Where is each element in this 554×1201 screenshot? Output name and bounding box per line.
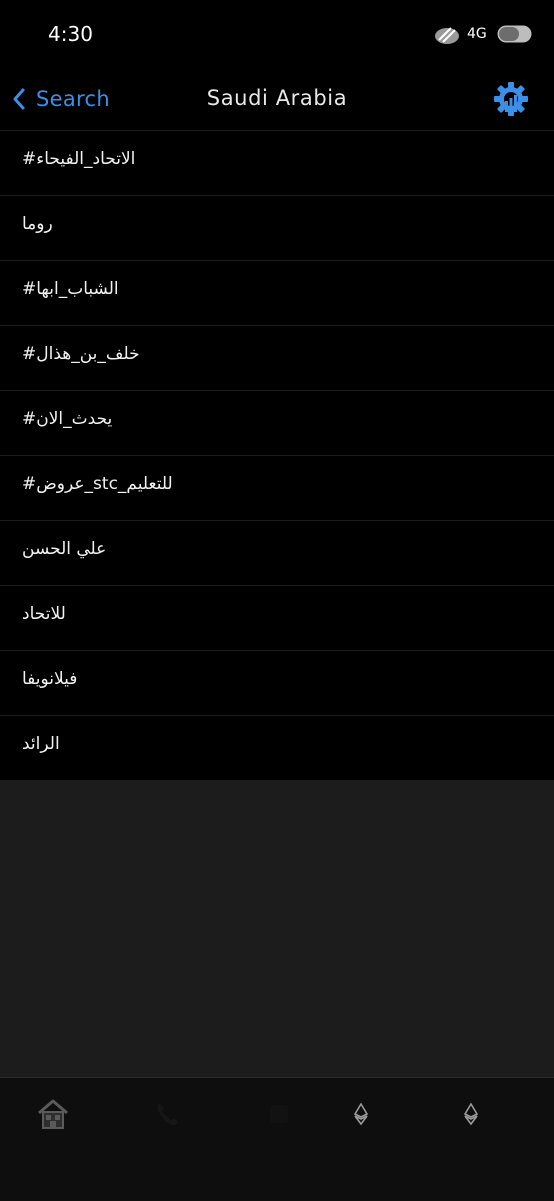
battery-icon [497,25,532,43]
empty-content-area [0,780,554,1077]
trends-list: #الاتحاد_الفيحاء روما #الشباب_ابها #خلف_… [0,131,554,780]
status-bar: 4:30 4G [0,0,554,70]
trend-row[interactable]: #خلف_بن_هذال [0,326,554,391]
trend-label: فيلانويفا [22,669,78,689]
trend-label: للاتحاد [22,604,66,624]
navigation-bar: Search Saudi Arabia [0,70,554,131]
home-icon [38,1099,68,1129]
network-label: 4G [467,26,487,42]
trend-row[interactable]: فيلانويفا [0,651,554,716]
trend-row[interactable]: #الشباب_ابها [0,261,554,326]
trend-label: #الاتحاد_الفيحاء [22,149,136,169]
ethereum-icon [463,1102,479,1126]
trend-row[interactable]: الرائد [0,716,554,780]
trend-row[interactable]: علي الحسن [0,521,554,586]
trend-label: روما [22,214,53,234]
signal-icon [435,27,459,44]
tab-ethereum-2[interactable] [451,1094,491,1134]
trend-label: #يحدث_الان [22,409,113,429]
trend-row[interactable]: للاتحاد [0,586,554,651]
trend-row[interactable]: #يحدث_الان [0,391,554,456]
tab-home[interactable] [33,1094,73,1134]
status-time: 4:30 [48,22,93,46]
tab-phone[interactable] [147,1094,187,1134]
page-title: Saudi Arabia [206,86,348,110]
tab-middle[interactable] [259,1094,299,1134]
ethereum-icon [353,1102,369,1126]
trend-row[interactable]: #عروض_stc_للتعليم [0,456,554,521]
trend-label: #الشباب_ابها [22,279,119,299]
tab-bar [0,1077,554,1201]
trend-label: #عروض_stc_للتعليم [22,474,173,494]
phone-icon [157,1103,178,1126]
trend-row[interactable]: #الاتحاد_الفيحاء [0,131,554,196]
trend-label: الرائد [22,734,60,754]
gear-icon[interactable] [492,80,530,118]
blank-tab-icon [270,1105,288,1123]
tab-ethereum-1[interactable] [341,1094,381,1134]
trend-row[interactable]: روما [0,196,554,261]
trend-label: علي الحسن [22,539,107,559]
trend-label: #خلف_بن_هذال [22,344,140,364]
